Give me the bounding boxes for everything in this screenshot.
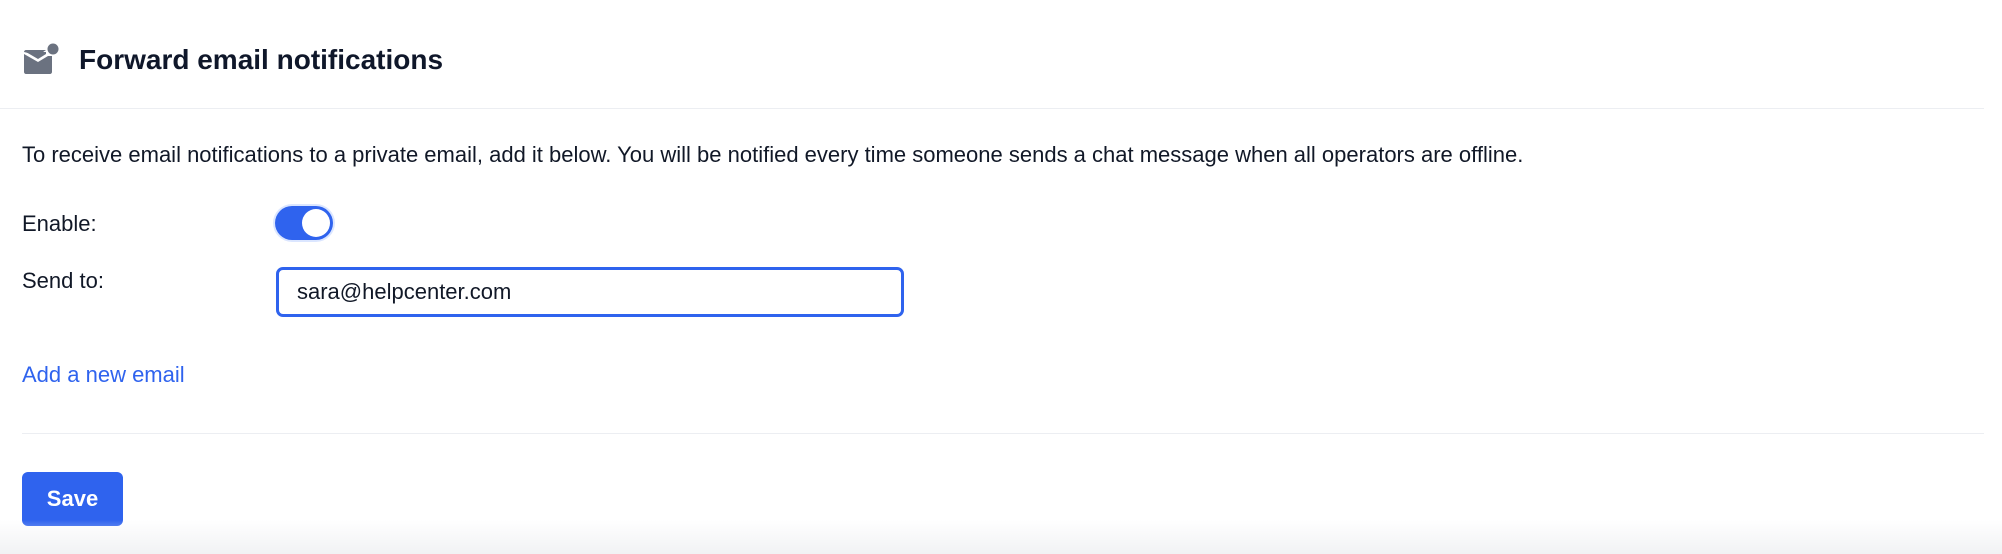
toggle-knob (302, 209, 330, 237)
description-text: To receive email notifications to a priv… (22, 142, 1524, 167)
enable-toggle[interactable] (275, 206, 333, 240)
page-title: Forward email notifications (79, 44, 444, 75)
panel-header: Forward email notifications (0, 0, 1984, 109)
save-button[interactable]: Save (22, 472, 123, 526)
envelope-icon (22, 42, 60, 76)
send-to-label: Send to: (22, 268, 104, 293)
divider (22, 433, 1984, 434)
email-input[interactable] (276, 267, 904, 317)
bottom-fade (0, 520, 2002, 554)
enable-label: Enable: (22, 211, 97, 236)
email-notifications-panel: Forward email notifications To receive e… (0, 0, 2002, 554)
add-new-email-link[interactable]: Add a new email (22, 358, 185, 392)
